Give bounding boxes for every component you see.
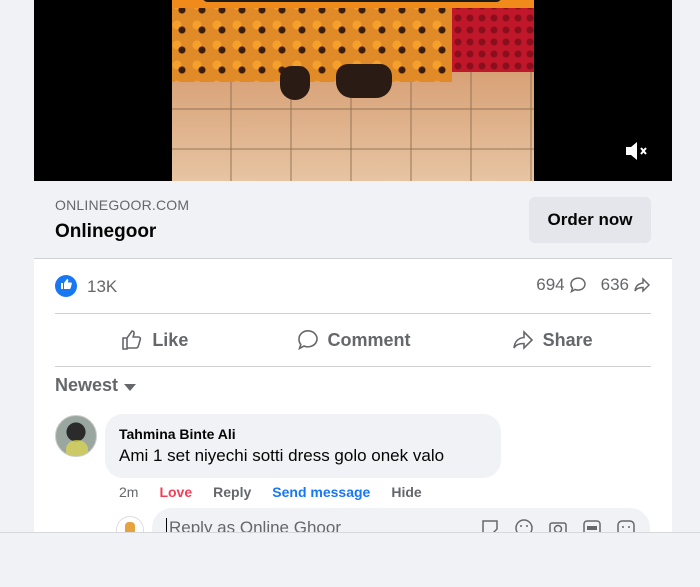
- share-arrow-icon: [634, 277, 651, 293]
- share-button-label: Share: [542, 329, 593, 350]
- reactions-bar: 13K 694 636: [55, 272, 651, 302]
- comment-bubble: Tahmina Binte Ali Ami 1 set niyechi sott…: [105, 414, 501, 478]
- comment-text: Ami 1 set niyechi sotti dress golo onek …: [119, 446, 445, 465]
- comment-meta: 2m Love Reply Send message Hide: [119, 484, 422, 500]
- comment-button-label: Comment: [327, 329, 411, 350]
- comment-time[interactable]: 2m: [119, 484, 138, 500]
- video-player[interactable]: [34, 0, 672, 181]
- comment-author[interactable]: Tahmina Binte Ali: [119, 426, 487, 442]
- like-count[interactable]: 13K: [87, 277, 117, 297]
- post-actions: Like Comment Share: [55, 317, 651, 363]
- video-feet: [272, 60, 402, 100]
- divider: [55, 313, 651, 314]
- divider: [55, 366, 651, 367]
- like-button-label: Like: [152, 329, 189, 350]
- comment-sort-dropdown[interactable]: Newest: [55, 375, 137, 396]
- like-button[interactable]: Like: [55, 317, 254, 363]
- link-domain: ONLINEGOOR.COM: [55, 197, 190, 213]
- love-reaction-button[interactable]: Love: [159, 484, 192, 500]
- share-count-value: 636: [600, 275, 629, 294]
- like-reaction-icon[interactable]: [55, 275, 77, 297]
- hide-button[interactable]: Hide: [391, 484, 421, 500]
- order-now-button[interactable]: Order now: [529, 197, 651, 243]
- video-caption-overlay: [172, 0, 534, 8]
- comment-button[interactable]: Comment: [254, 317, 453, 363]
- comment-count[interactable]: 694: [536, 275, 586, 295]
- bottom-bar: [0, 532, 700, 587]
- link-title[interactable]: Onlinegoor: [55, 221, 156, 243]
- video-frame: [172, 0, 534, 181]
- caret-down-icon: [124, 383, 137, 391]
- sort-label: Newest: [55, 375, 119, 395]
- video-dress-red: [452, 0, 534, 72]
- send-message-button[interactable]: Send message: [272, 484, 370, 500]
- reply-button[interactable]: Reply: [213, 484, 251, 500]
- comment-icon: [297, 330, 318, 351]
- post-card: ONLINEGOOR.COM Onlinegoor Order now 13K …: [34, 0, 672, 540]
- avatar[interactable]: [55, 415, 97, 457]
- share-count[interactable]: 636: [601, 275, 651, 295]
- thumbs-up-icon: [122, 330, 142, 350]
- link-preview[interactable]: ONLINEGOOR.COM Onlinegoor Order now: [34, 181, 672, 259]
- comment-count-value: 694: [536, 275, 565, 294]
- share-button[interactable]: Share: [452, 317, 651, 363]
- comment-bubble-icon: [569, 277, 586, 294]
- share-icon: [512, 330, 533, 350]
- mute-icon[interactable]: [622, 140, 652, 164]
